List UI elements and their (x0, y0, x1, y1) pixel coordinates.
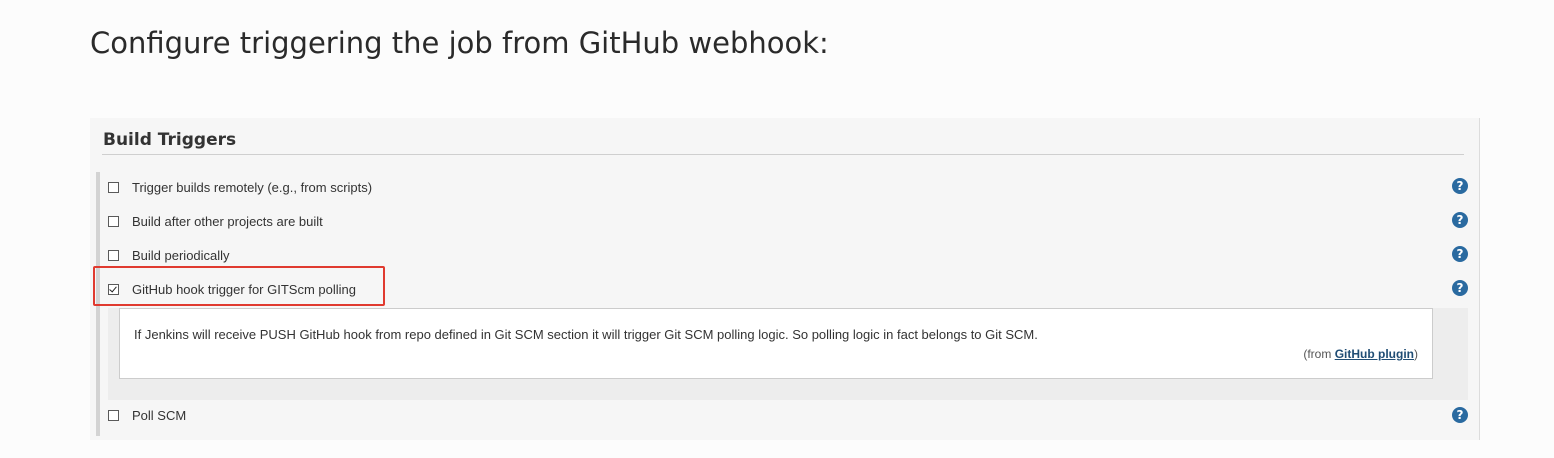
trigger-poll-scm-checkbox[interactable] (108, 409, 119, 421)
trigger-row-periodic: Build periodically (108, 245, 230, 265)
trigger-poll-scm-label[interactable]: Poll SCM (132, 408, 186, 423)
help-icon[interactable]: ? (1452, 280, 1468, 296)
help-icon[interactable]: ? (1452, 178, 1468, 194)
trigger-after-other-checkbox[interactable] (108, 215, 119, 227)
trigger-github-hook-checkbox[interactable] (108, 283, 119, 295)
help-text: If Jenkins will receive PUSH GitHub hook… (134, 327, 1038, 342)
help-icon[interactable]: ? (1452, 407, 1468, 423)
help-icon[interactable]: ? (1452, 246, 1468, 262)
help-area: If Jenkins will receive PUSH GitHub hook… (108, 308, 1468, 400)
trigger-row-poll-scm: Poll SCM (108, 405, 186, 425)
trigger-row-remote: Trigger builds remotely (e.g., from scri… (108, 177, 372, 197)
help-icon[interactable]: ? (1452, 212, 1468, 228)
trigger-github-hook-label[interactable]: GitHub hook trigger for GITScm polling (132, 282, 356, 297)
help-content: If Jenkins will receive PUSH GitHub hook… (119, 308, 1433, 379)
trigger-row-github-hook: GitHub hook trigger for GITScm polling (108, 279, 356, 299)
trigger-periodic-checkbox[interactable] (108, 249, 119, 261)
trigger-remote-label[interactable]: Trigger builds remotely (e.g., from scri… (132, 180, 372, 195)
help-source: (from GitHub plugin) (1303, 347, 1418, 361)
help-source-suffix: ) (1414, 347, 1418, 361)
trigger-remote-checkbox[interactable] (108, 181, 119, 193)
help-source-prefix: (from (1303, 347, 1335, 361)
section-divider (102, 154, 1464, 155)
section-title: Build Triggers (103, 130, 237, 150)
trigger-after-other-label[interactable]: Build after other projects are built (132, 214, 323, 229)
trigger-periodic-label[interactable]: Build periodically (132, 248, 230, 263)
trigger-row-after-other: Build after other projects are built (108, 211, 323, 231)
build-triggers-panel: Build Triggers Trigger builds remotely (… (90, 118, 1480, 440)
page-heading: Configure triggering the job from GitHub… (90, 26, 829, 60)
github-plugin-link[interactable]: GitHub plugin (1335, 347, 1414, 361)
